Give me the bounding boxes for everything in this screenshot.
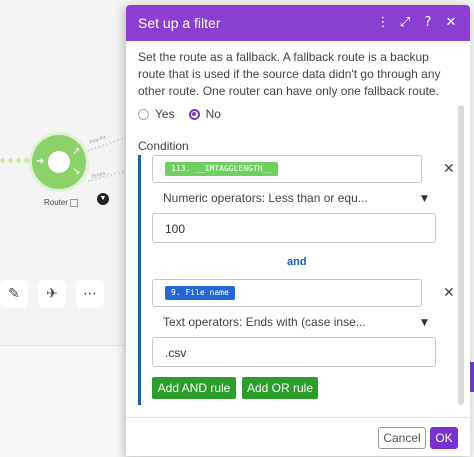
auto-align-icon[interactable]: ✎ [0,280,28,308]
rule-1-value-input[interactable]: 100 [152,213,436,243]
rule-1-value: 100 [165,222,186,236]
connection-dots [0,158,30,166]
canvas-lower-area [0,345,140,457]
rule-2-remove-icon[interactable]: ✕ [443,285,455,301]
add-and-rule-button[interactable]: Add AND rule [152,377,236,399]
cancel-button[interactable]: Cancel [378,427,426,449]
and-label: and [287,256,307,268]
rule-2-chevron-down-icon[interactable]: ▼ [421,318,428,328]
condition-label: Condition [138,139,189,153]
condition-group: 113. __IMTAGGLENGTH__ ✕ Numeric operator… [138,155,455,405]
rule-2-value: .csv [165,346,187,360]
expand-icon[interactable]: ⤢ [396,14,414,32]
rule-2-field-input[interactable]: 9. File name [152,279,422,307]
filter-modal: Set up a filter ⋮ ⤢ ? ✕ Set the route as… [126,5,470,456]
more-vertical-icon[interactable]: ⋮ [374,14,392,32]
add-or-rule-button[interactable]: Add OR rule [242,377,318,399]
radio-yes-label[interactable]: Yes [155,107,175,121]
wrench-icon[interactable]: ▼ [97,193,109,205]
rule-2-operator-select[interactable]: Text operators: Ends with (case inse... [163,315,366,329]
rule-1-field-pill[interactable]: 113. __IMTAGGLENGTH__ [165,162,279,176]
fallback-radio-group: Yes No [138,107,221,121]
modal-header: Set up a filter ⋮ ⤢ ? ✕ [126,5,470,41]
fallback-description: Set the route as a fallback. A fallback … [138,50,441,98]
radio-yes[interactable] [138,108,149,120]
router-label: Router [44,198,79,207]
airplane-icon[interactable]: ✈ [38,280,66,308]
rule-1-chevron-down-icon[interactable]: ▼ [421,194,428,204]
help-icon[interactable]: ? [419,14,437,32]
rule-1-field-input[interactable]: 113. __IMTAGGLENGTH__ [152,155,422,183]
ok-button[interactable]: OK [430,427,458,449]
radio-no-label[interactable]: No [206,107,221,121]
radio-no[interactable] [188,108,200,120]
rule-1-operator-select[interactable]: Numeric operators: Less than or equ... [163,191,368,205]
modal-footer: Cancel OK [126,417,470,456]
router-module[interactable]: ➔ ↗ ↘ [32,135,86,189]
rule-2-field-pill[interactable]: 9. File name [165,286,235,300]
modal-title: Set up a filter [138,15,221,31]
more-icon[interactable]: ⋯ [76,280,104,308]
rule-1-remove-icon[interactable]: ✕ [443,161,455,177]
rule-2-value-input[interactable]: .csv [152,337,436,367]
scrollbar[interactable] [458,105,464,405]
close-icon[interactable]: ✕ [442,14,460,32]
